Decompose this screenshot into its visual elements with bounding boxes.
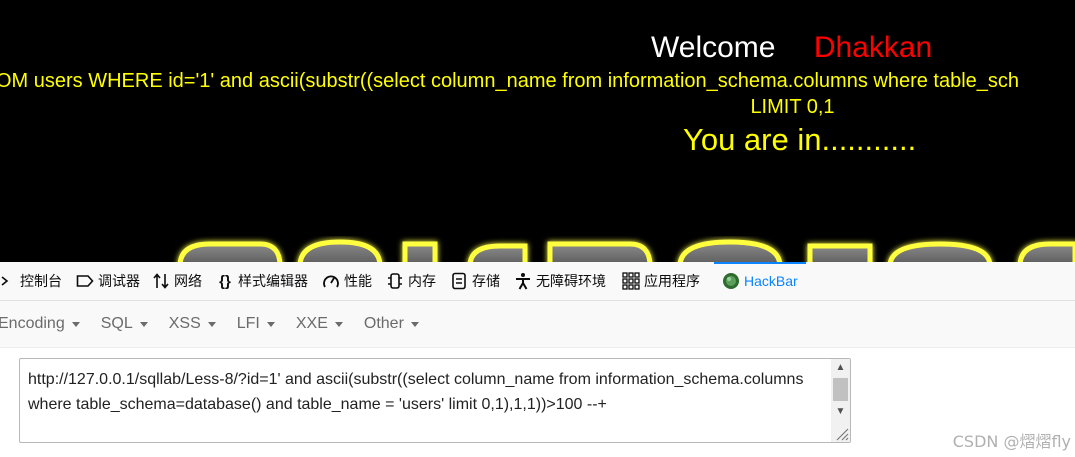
hackbar-icon xyxy=(722,272,740,290)
accessibility-icon xyxy=(514,272,532,290)
scrollbar-thumb[interactable] xyxy=(833,378,848,401)
menu-label: SQL xyxy=(100,315,133,332)
welcome-heading: Welcome Dhakkan xyxy=(651,30,932,66)
tab-console[interactable]: 控制台 xyxy=(0,262,70,300)
caret-down-icon xyxy=(334,321,343,327)
tab-label: 无障碍环境 xyxy=(536,273,606,289)
menu-label: XXE xyxy=(295,315,328,332)
menu-sql[interactable]: SQL xyxy=(101,315,148,333)
menu-label: XSS xyxy=(168,315,201,332)
tab-performance[interactable]: 性能 xyxy=(322,262,380,300)
menu-encoding[interactable]: Encoding xyxy=(0,315,80,333)
menu-label: Other xyxy=(363,315,404,332)
tab-label: 应用程序 xyxy=(644,273,700,289)
status-message: You are in........... xyxy=(683,122,917,157)
sql-query-text: OM users WHERE id='1' and ascii(substr((… xyxy=(0,70,1020,92)
tab-label: 控制台 xyxy=(20,273,62,289)
tab-label: 样式编辑器 xyxy=(238,273,308,289)
caret-down-icon xyxy=(266,321,275,327)
menu-label: LFI xyxy=(236,315,260,332)
menu-xss[interactable]: XSS xyxy=(169,315,216,333)
devtools-toolbar: 控制台 调试器 网络 {} 样式编辑器 性能 内存 存储 无障碍环境 应用程序 … xyxy=(0,262,1075,301)
tab-label: 性能 xyxy=(344,273,372,289)
caret-down-icon xyxy=(139,321,148,327)
web-page: Welcome Dhakkan OM users WHERE id='1' an… xyxy=(0,0,1075,262)
menu-xxe[interactable]: XXE xyxy=(296,315,343,333)
tab-application[interactable]: 应用程序 xyxy=(622,262,708,300)
menu-label: Encoding xyxy=(0,315,65,332)
tab-style-editor[interactable]: {} 样式编辑器 xyxy=(216,262,316,300)
hackbar-menu: Encoding SQL XSS LFI XXE Other xyxy=(0,301,1075,348)
tab-accessibility[interactable]: 无障碍环境 xyxy=(514,262,614,300)
application-icon xyxy=(622,272,640,290)
scroll-up-icon[interactable]: ▲ xyxy=(831,359,850,376)
welcome-text: Welcome xyxy=(651,31,776,64)
scroll-down-icon[interactable]: ▼ xyxy=(831,403,850,420)
tab-memory[interactable]: 内存 xyxy=(386,262,444,300)
tab-label: 网络 xyxy=(174,273,202,289)
caret-down-icon xyxy=(410,321,419,327)
tab-label: 存储 xyxy=(472,273,500,289)
tab-network[interactable]: 网络 xyxy=(152,262,210,300)
tab-label: HackBar xyxy=(744,273,798,289)
menu-other[interactable]: Other xyxy=(364,315,419,333)
style-editor-icon: {} xyxy=(219,272,231,290)
caret-down-icon xyxy=(71,321,80,327)
welcome-name: Dhakkan xyxy=(813,31,933,64)
tab-storage[interactable]: 存储 xyxy=(450,262,508,300)
console-icon xyxy=(0,272,16,290)
tab-label: 调试器 xyxy=(98,273,140,289)
storage-icon xyxy=(450,272,468,290)
network-icon xyxy=(152,272,170,290)
tab-label: 内存 xyxy=(408,273,436,289)
glowing-banner-image xyxy=(177,239,1075,262)
sql-query-limit: LIMIT 0,1 xyxy=(750,96,835,118)
url-textarea[interactable]: http://127.0.0.1/sqllab/Less-8/?id=1' an… xyxy=(19,358,851,443)
tab-hackbar[interactable]: HackBar xyxy=(714,262,806,300)
memory-icon xyxy=(386,272,404,290)
resize-grip-icon[interactable] xyxy=(833,425,849,441)
performance-icon xyxy=(322,272,340,290)
tab-debugger[interactable]: 调试器 xyxy=(76,262,148,300)
menu-lfi[interactable]: LFI xyxy=(237,315,275,333)
url-text: http://127.0.0.1/sqllab/Less-8/?id=1' an… xyxy=(28,371,808,413)
caret-down-icon xyxy=(207,321,216,327)
debugger-icon xyxy=(76,272,94,290)
watermark: CSDN @熠熠fly xyxy=(952,432,1071,451)
